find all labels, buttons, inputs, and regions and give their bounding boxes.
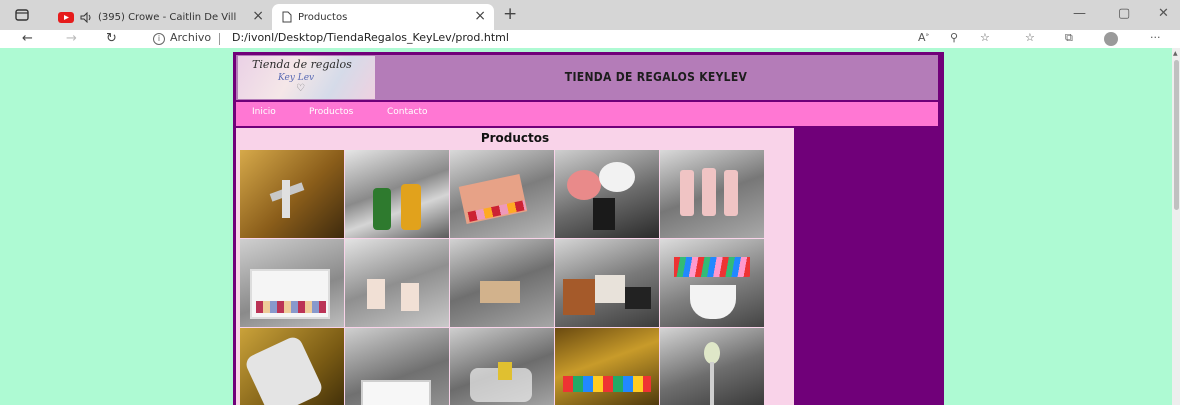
product-photo[interactable] [555,239,659,327]
product-photo[interactable] [555,150,659,238]
site-logo: Tienda de regalos Key Lev ♡ [238,56,375,99]
page-viewport: Tienda de regalos Key Lev ♡ TIENDA DE RE… [0,48,1172,405]
logo-heart-icon: ♡ [296,83,305,94]
profile-avatar[interactable] [1104,32,1118,46]
logo-line2: Key Lev [278,73,315,83]
back-icon[interactable]: ← [22,30,33,48]
maximize-icon[interactable]: ▢ [1118,6,1130,21]
site-header: Tienda de regalos Key Lev ♡ TIENDA DE RE… [236,55,938,100]
content-area: Productos [236,128,794,405]
product-photo[interactable] [660,239,764,327]
product-photo[interactable] [240,150,344,238]
site-container: Tienda de regalos Key Lev ♡ TIENDA DE RE… [233,52,944,405]
menu-item-contacto[interactable]: Contacto [387,107,428,117]
product-photo[interactable] [240,328,344,405]
speaker-icon[interactable] [80,11,92,23]
product-photo[interactable] [345,239,449,327]
scroll-up-icon[interactable]: ▲ [1173,50,1178,57]
url-field[interactable]: D:/ivonl/Desktop/TiendaRegalos_KeyLev/pr… [232,31,509,44]
product-photo[interactable] [450,150,554,238]
youtube-icon [58,11,74,23]
close-tab-icon[interactable]: × [252,8,264,24]
menu-item-productos[interactable]: Productos [309,107,353,117]
minimize-icon[interactable]: — [1073,6,1086,21]
favorite-add-icon[interactable]: ☆ [980,31,990,44]
tab-productos[interactable]: Productos × [272,4,494,30]
zoom-icon[interactable]: ⚲ [950,31,958,44]
new-tab-icon[interactable]: + [503,4,517,24]
product-photo[interactable] [660,150,764,238]
scrollbar-thumb[interactable] [1174,60,1179,210]
more-options-icon[interactable]: ··· [1150,31,1161,44]
page-scrollbar[interactable]: ▲ [1172,48,1180,405]
product-photo[interactable] [450,328,554,405]
browser-tab-bar: (395) Crowe - Caitlin De Vill × Producto… [0,0,1180,30]
product-photo[interactable] [450,239,554,327]
scheme-label: Archivo [170,31,212,44]
product-photo[interactable] [345,150,449,238]
menu-item-inicio[interactable]: Inicio [252,107,276,117]
collections-icon[interactable]: ⧉ [1065,31,1073,45]
product-gallery [240,150,765,405]
address-bar: ← → ↻ i Archivo D:/ivonl/Desktop/TiendaR… [0,30,1180,48]
section-title: Productos [480,131,550,145]
close-window-icon[interactable]: ✕ [1158,6,1169,21]
tab-actions-icon[interactable] [14,7,30,23]
product-photo[interactable] [240,239,344,327]
tab-title: (395) Crowe - Caitlin De Vill [98,11,237,23]
close-tab-icon[interactable]: × [474,8,486,24]
refresh-icon[interactable]: ↻ [106,30,117,48]
tab-youtube[interactable]: (395) Crowe - Caitlin De Vill × [58,4,268,30]
product-photo[interactable] [660,328,764,405]
logo-line1: Tienda de regalos [252,58,352,71]
favorites-icon[interactable]: ☆ [1025,31,1035,44]
info-icon[interactable]: i [153,33,165,45]
product-photo[interactable] [555,328,659,405]
site-title: TIENDA DE REGALOS KEYLEV [564,70,748,84]
read-aloud-icon[interactable]: A» [918,31,929,44]
nav-menu: Inicio Productos Contacto [236,102,938,126]
forward-icon[interactable]: → [66,30,77,48]
address-separator [219,33,220,45]
page-icon [282,11,292,23]
tab-title: Productos [298,11,348,23]
product-photo[interactable] [345,328,449,405]
